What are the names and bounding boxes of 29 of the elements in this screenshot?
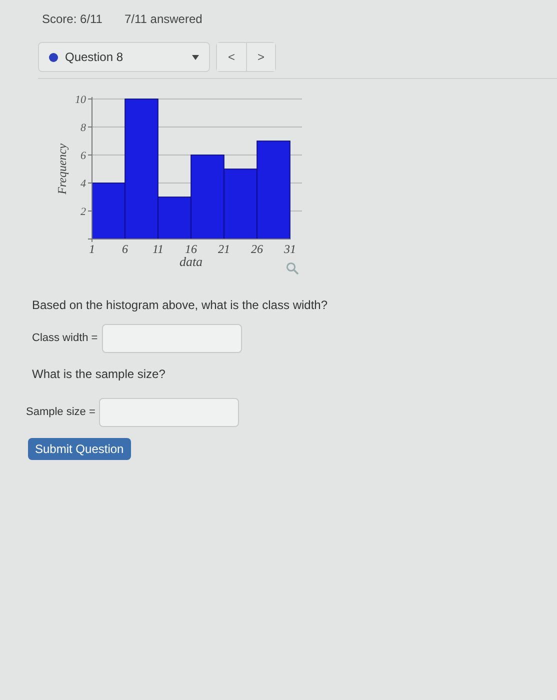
axis-label: 31 <box>284 242 296 256</box>
axis-label: 2 <box>80 206 86 218</box>
field-label: Sample size = <box>26 405 96 420</box>
question-text: What is the sample size? <box>32 366 166 383</box>
axis-label: 26 <box>251 242 263 256</box>
axis-title: Frequency <box>55 144 69 194</box>
axis-title: data <box>179 254 203 269</box>
search-icon <box>286 262 299 275</box>
axis-label: 16 <box>185 242 197 256</box>
axis-label: 11 <box>152 242 164 256</box>
previous-button[interactable]: < <box>217 43 246 71</box>
submit-button[interactable]: Submit Question <box>28 438 131 460</box>
histogram-bar <box>224 168 258 240</box>
question-dropdown[interactable]: Question 8 <box>38 42 210 72</box>
question-text: Based on the histogram above, what is the class width? <box>32 297 328 314</box>
axis-label: 21 <box>218 242 230 256</box>
axis-label: 1 <box>89 242 95 256</box>
answer-field[interactable] <box>99 398 240 427</box>
axis-label: 6 <box>80 150 86 162</box>
axis-label: 8 <box>80 122 86 134</box>
axis-label: 4 <box>80 178 86 190</box>
axis-label: 6 <box>122 242 128 256</box>
answered-count: 7/11 answered <box>124 11 202 28</box>
axis-label: 10 <box>75 94 86 106</box>
next-button[interactable]: > <box>246 43 275 71</box>
answer-field[interactable] <box>102 324 242 353</box>
field-label: Class width = <box>32 331 98 346</box>
score-text: Score: 6/11 <box>42 11 102 28</box>
caret-icon <box>192 54 199 60</box>
